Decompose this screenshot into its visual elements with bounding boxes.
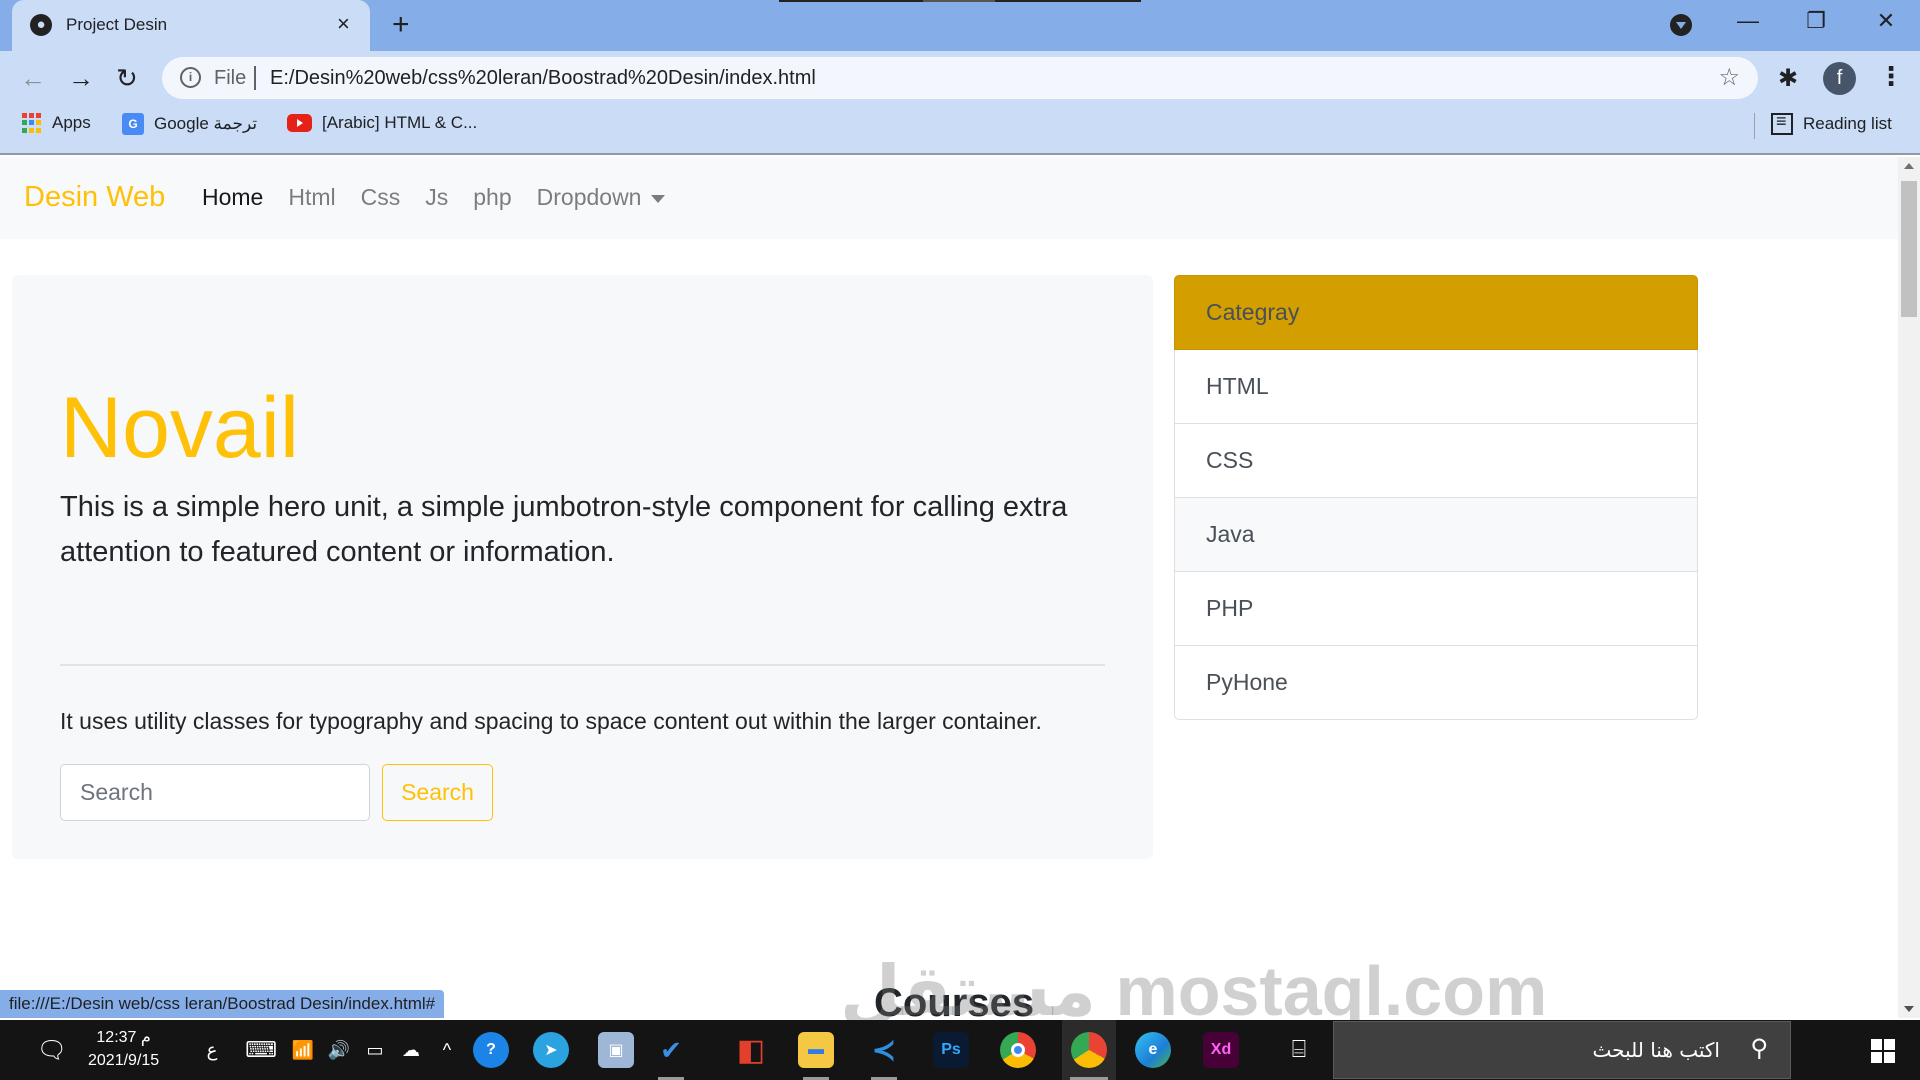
dropdown-label: Dropdown: [536, 184, 642, 210]
status-bubble: file:///E:/Desin web/css leran/Boostrad …: [0, 990, 445, 1018]
google-translate-icon: G: [122, 113, 144, 135]
browser-toolbar: ← → ↻ i File E:/Desin%20web/css%20leran/…: [0, 51, 1920, 155]
nav-dropdown-toggle[interactable]: Dropdown: [537, 184, 666, 211]
volume-icon[interactable]: 🔊: [326, 1020, 352, 1080]
network-icon[interactable]: 📶: [290, 1020, 316, 1080]
browser-tab[interactable]: ● Project Desin ×: [12, 0, 370, 51]
nav-link-js[interactable]: Js: [425, 184, 448, 211]
category-list: Categray HTML CSS Java PHP PyHone: [1174, 275, 1698, 720]
telegram-icon[interactable]: ➤: [530, 1020, 572, 1080]
courses-heading: Courses: [874, 981, 1035, 1018]
office-icon[interactable]: ◧: [730, 1020, 772, 1080]
new-tab-button[interactable]: +: [392, 8, 410, 42]
nav-link-home[interactable]: Home: [202, 184, 263, 211]
category-item-php[interactable]: PHP: [1174, 572, 1698, 646]
close-window-button[interactable]: ✕: [1866, 8, 1906, 34]
hero-title: Novail: [60, 380, 299, 476]
touch-keyboard-icon[interactable]: ⌨: [245, 1020, 277, 1080]
minimize-button[interactable]: —: [1728, 8, 1768, 34]
bookmark-star-icon[interactable]: ☆: [1718, 63, 1740, 92]
bookmark-label: Google ترجمة: [154, 114, 258, 133]
todo-icon[interactable]: ✔: [650, 1020, 692, 1080]
virtualbox-icon[interactable]: ▣: [595, 1020, 637, 1080]
address-bar[interactable]: i File E:/Desin%20web/css%20leran/Boostr…: [162, 57, 1758, 99]
bookmarks-divider: [1754, 113, 1755, 139]
task-view-icon[interactable]: ⌸: [1278, 1020, 1320, 1080]
search-button[interactable]: Search: [382, 764, 493, 821]
category-item-java[interactable]: Java: [1174, 498, 1698, 572]
help-icon[interactable]: ?: [470, 1020, 512, 1080]
reload-button[interactable]: ↻: [116, 63, 138, 94]
bookmark-google-translate[interactable]: G Google ترجمة: [122, 113, 257, 135]
bookmark-label: Apps: [52, 113, 91, 132]
apps-grid-icon: [22, 113, 42, 133]
adobe-xd-icon[interactable]: Xd: [1200, 1020, 1242, 1080]
taskbar-search-placeholder: اكتب هنا للبحث: [1592, 1038, 1720, 1062]
nav-link-php[interactable]: php: [473, 184, 511, 211]
windows-start-icon[interactable]: [1871, 1039, 1895, 1063]
hero-lead: This is a simple hero unit, a simple jum…: [60, 491, 1068, 568]
navbar-brand[interactable]: Desin Web: [24, 181, 165, 214]
show-hidden-icons[interactable]: ^: [434, 1020, 460, 1080]
page-viewport: Desin Web Home Html Css Js php Dropdown …: [0, 157, 1898, 1018]
tab-close-icon[interactable]: ×: [337, 11, 350, 37]
nav-link-css[interactable]: Css: [361, 184, 401, 211]
reading-list-button[interactable]: Reading list: [1771, 111, 1892, 135]
forward-button[interactable]: →: [68, 63, 94, 94]
input-language[interactable]: ع: [200, 1020, 224, 1080]
category-item-html[interactable]: HTML: [1174, 350, 1698, 424]
profile-avatar[interactable]: f: [1823, 62, 1856, 95]
taskbar-search-box[interactable]: اكتب هنا للبحث ⚲: [1333, 1021, 1791, 1079]
hero-divider: [60, 664, 1105, 666]
page-scrollbar[interactable]: [1898, 157, 1920, 1018]
site-info-icon[interactable]: i: [180, 67, 201, 88]
edge-icon[interactable]: e: [1132, 1020, 1174, 1080]
vscode-icon[interactable]: ≺: [863, 1020, 905, 1080]
reading-list-icon: [1771, 111, 1793, 135]
tab-title: Project Desin: [66, 15, 168, 34]
tab-search-icon[interactable]: [1670, 14, 1692, 36]
taskbar-clock[interactable]: 12:37 م 2021/9/15: [88, 1026, 159, 1072]
windows-taskbar: 🗨 12:37 م 2021/9/15 ع ⌨ 📶 🔊 ▭ ☁ ^ ? ➤ ▣ …: [0, 1020, 1920, 1080]
chrome-profile-icon[interactable]: [1062, 1020, 1116, 1080]
notification-center-icon[interactable]: 🗨: [32, 1020, 72, 1080]
url-text[interactable]: E:/Desin%20web/css%20leran/Boostrad%20De…: [270, 67, 816, 90]
category-header: Categray: [1174, 275, 1698, 350]
restore-button[interactable]: ❐: [1796, 8, 1836, 34]
bookmark-youtube-html[interactable]: [Arabic] HTML & C...: [287, 113, 477, 133]
title-drag-bar: [779, 0, 1141, 2]
extensions-icon[interactable]: ✱: [1778, 64, 1798, 93]
clock-date: 2021/9/15: [88, 1052, 160, 1069]
scheme-label: File: [214, 67, 247, 89]
hero-text: It uses utility classes for typography a…: [60, 708, 1042, 734]
address-separator: [254, 66, 256, 90]
search-input[interactable]: [60, 764, 370, 821]
scroll-up-icon[interactable]: [1904, 163, 1914, 169]
scroll-down-icon[interactable]: [1904, 1006, 1914, 1012]
clock-time: 12:37 م: [96, 1029, 151, 1046]
search-icon: ⚲: [1750, 1035, 1768, 1062]
reading-list-label: Reading list: [1803, 114, 1892, 133]
category-item-python[interactable]: PyHone: [1174, 646, 1698, 720]
bookmark-label: [Arabic] HTML & C...: [322, 113, 478, 132]
category-item-css[interactable]: CSS: [1174, 424, 1698, 498]
battery-icon[interactable]: ▭: [362, 1020, 388, 1080]
chrome-icon[interactable]: [997, 1020, 1039, 1080]
scrollbar-thumb[interactable]: [1901, 181, 1917, 317]
globe-icon: ●: [30, 14, 52, 36]
caret-down-icon: [651, 194, 666, 203]
tab-strip: ● Project Desin × + — ❐ ✕: [0, 0, 1920, 51]
nav-link-html[interactable]: Html: [288, 184, 335, 211]
site-navbar: Desin Web Home Html Css Js php Dropdown: [0, 157, 1898, 239]
browser-menu-icon[interactable]: ⋮: [1878, 61, 1904, 92]
hero-jumbotron: Novail This is a simple hero unit, a sim…: [12, 275, 1153, 859]
onedrive-icon[interactable]: ☁: [398, 1020, 424, 1080]
back-button[interactable]: ←: [20, 63, 46, 94]
photoshop-icon[interactable]: Ps: [930, 1020, 972, 1080]
bookmark-apps[interactable]: Apps: [22, 113, 91, 133]
youtube-icon: [287, 114, 312, 132]
nav-links: Home Html Css Js php Dropdown: [202, 184, 666, 211]
file-explorer-icon[interactable]: ▬: [795, 1020, 837, 1080]
